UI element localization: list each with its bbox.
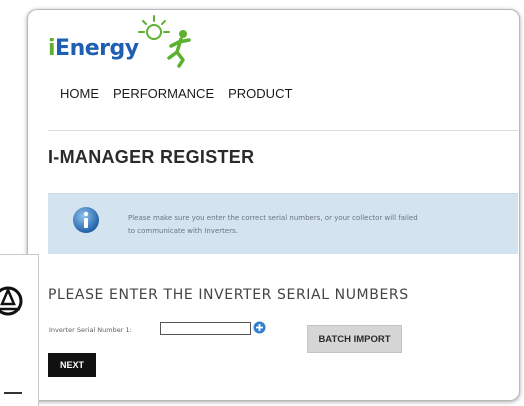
overlapping-card [0,254,39,406]
card-mark [4,392,22,394]
certification-mark-icon [0,286,23,316]
logo-wordmark: iEnergy [48,36,139,61]
main-nav: HOME PERFORMANCE PRODUCT [60,86,292,101]
notice-text: Please make sure you enter the correct s… [128,212,498,238]
info-icon [73,207,99,233]
batch-import-button[interactable]: BATCH IMPORT [307,325,402,353]
nav-home[interactable]: HOME [60,86,99,101]
serial-number-label: Inverter Serial Number 1: [49,326,132,334]
section-title: PLEASE ENTER THE INVERTER SERIAL NUMBERS [48,287,409,303]
plus-circle-icon[interactable] [253,321,266,334]
next-button[interactable]: NEXT [48,353,96,377]
notice-line-1: Please make sure you enter the correct s… [128,214,418,222]
serial-number-input[interactable] [160,322,251,335]
nav-divider [48,130,518,131]
notice-banner: Please make sure you enter the correct s… [48,193,518,254]
nav-product[interactable]: PRODUCT [228,86,292,101]
nav-performance[interactable]: PERFORMANCE [113,86,214,101]
ienergy-logo[interactable]: iEnergy [48,14,208,68]
page-title: I-MANAGER REGISTER [48,147,255,167]
running-figure-icon [167,30,191,68]
notice-line-2: to communicate with Inverters. [128,227,238,235]
